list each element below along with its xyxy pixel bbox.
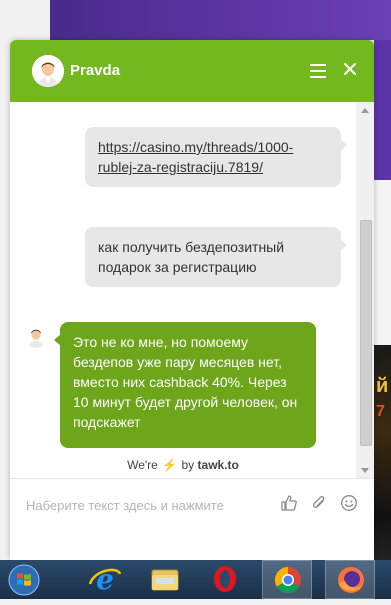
scroll-up-icon[interactable] — [361, 108, 369, 113]
message-link[interactable]: https://casino.my/threads/1000-rublej-za… — [98, 139, 293, 175]
message-input[interactable] — [24, 493, 278, 517]
taskbar: e — [0, 560, 391, 599]
visitor-message: как получить бездепозитный подарок за ре… — [85, 227, 347, 287]
firefox-icon[interactable] — [325, 560, 375, 599]
agent-avatar — [24, 324, 48, 348]
windows-start-icon[interactable] — [2, 560, 52, 599]
message-scrollbar[interactable] — [356, 102, 374, 478]
background-page-side — [374, 180, 391, 345]
background-banner — [50, 0, 391, 40]
close-icon[interactable] — [342, 61, 358, 77]
background-game-text: й — [376, 375, 389, 397]
chat-header: Pravda — [10, 40, 374, 102]
background-game-banner[interactable]: й 7 — [374, 345, 391, 560]
scroll-thumb[interactable] — [360, 220, 372, 446]
emoji-icon[interactable] — [340, 494, 358, 512]
menu-icon[interactable] — [310, 64, 326, 78]
file-explorer-icon[interactable] — [140, 560, 190, 599]
agent-message: Это не ко мне, но помоему бездепов уже п… — [54, 322, 316, 448]
attachment-icon[interactable] — [310, 494, 328, 512]
chat-widget: Pravda https://casino.my/threads/1000-ru… — [10, 40, 374, 560]
thumbs-up-icon[interactable] — [280, 494, 298, 512]
internet-explorer-icon[interactable]: e — [80, 560, 130, 599]
message-text: Это не ко мне, но помоему бездепов уже п… — [73, 334, 298, 430]
message-list: https://casino.my/threads/1000-rublej-za… — [10, 102, 356, 478]
agent-avatar — [32, 55, 64, 87]
background-banner-side — [374, 40, 391, 180]
branding-prefix: We're — [127, 458, 158, 472]
chrome-icon[interactable] — [262, 560, 312, 599]
message-composer — [10, 478, 374, 560]
powered-by[interactable]: We're ⚡ by tawk.to — [10, 458, 356, 478]
message-text: как получить бездепозитный подарок за ре… — [98, 239, 285, 275]
agent-name: Pravda — [70, 62, 121, 79]
background-game-text: 7 — [376, 403, 385, 420]
brand-name: tawk.to — [197, 458, 239, 472]
scroll-down-icon[interactable] — [361, 468, 369, 473]
lightning-icon: ⚡ — [162, 458, 178, 472]
opera-icon[interactable] — [200, 560, 250, 599]
visitor-message: https://casino.my/threads/1000-rublej-za… — [85, 127, 347, 187]
branding-suffix: by — [181, 458, 195, 472]
svg-text:e: e — [96, 563, 114, 596]
